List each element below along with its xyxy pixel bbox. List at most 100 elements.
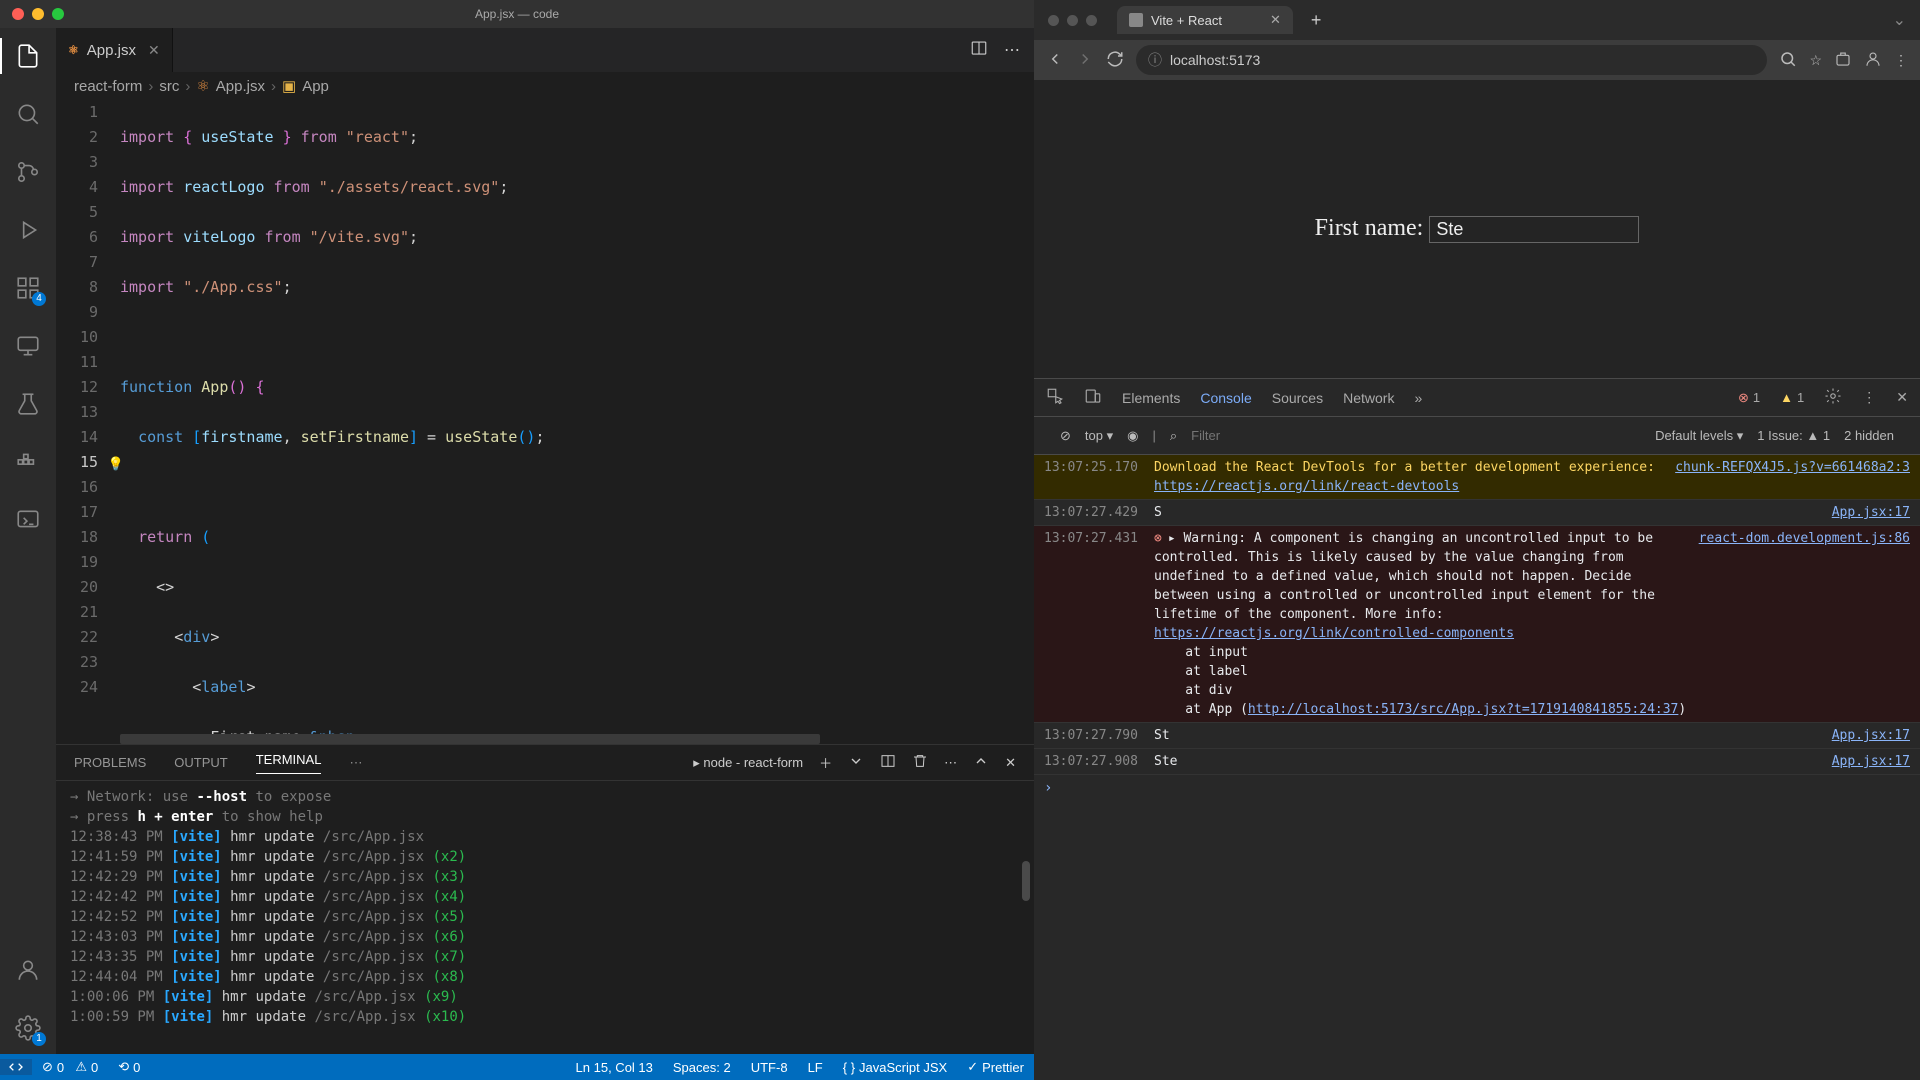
browser-window: Vite + React ✕ + ⌄ ⓘ localhost:5173 ☆ ⋮ … xyxy=(1034,0,1920,1080)
panel-tab-problems[interactable]: PROBLEMS xyxy=(74,755,146,770)
docker-icon[interactable] xyxy=(14,448,42,476)
devtools-tab-network[interactable]: Network xyxy=(1343,390,1394,406)
console-message: 13:07:27.908SteApp.jsx:17 xyxy=(1034,749,1920,775)
terminal-scrollbar[interactable] xyxy=(1022,861,1030,901)
chevron-down-icon[interactable]: ⌄ xyxy=(1893,10,1920,30)
warning-count-badge[interactable]: ▲1 xyxy=(1780,390,1804,405)
split-terminal-icon[interactable] xyxy=(880,753,896,772)
device-toolbar-icon[interactable] xyxy=(1084,387,1102,408)
live-expression-icon[interactable]: ◉ xyxy=(1127,428,1138,444)
explorer-icon[interactable] xyxy=(14,42,42,70)
testing-icon[interactable] xyxy=(14,390,42,418)
run-debug-icon[interactable] xyxy=(14,216,42,244)
devtools-tab-elements[interactable]: Elements xyxy=(1122,390,1180,406)
remote-indicator[interactable] xyxy=(0,1059,32,1075)
panel-overflow-icon[interactable]: ⋯ xyxy=(349,755,362,771)
devtools-close-icon[interactable]: ✕ xyxy=(1896,389,1908,406)
devtools-menu-icon[interactable]: ⋮ xyxy=(1862,389,1876,406)
bottom-panel: PROBLEMS OUTPUT TERMINAL ⋯ ▸ node - reac… xyxy=(56,744,1034,1054)
extensions-icon[interactable]: 4 xyxy=(14,274,42,302)
forward-button[interactable] xyxy=(1076,50,1094,71)
clear-console-icon[interactable]: ⊘ xyxy=(1060,428,1071,444)
new-tab-button[interactable]: + xyxy=(1303,10,1330,31)
console-prompt[interactable]: › xyxy=(1034,775,1920,802)
remote-explorer-icon[interactable] xyxy=(14,332,42,360)
breadcrumb-item[interactable]: react-form xyxy=(74,78,142,95)
hidden-messages[interactable]: 2 hidden xyxy=(1844,428,1894,443)
terminal-task-picker[interactable]: ▸ node - react-form xyxy=(693,755,803,771)
back-button[interactable] xyxy=(1046,50,1064,71)
devtools-tab-sources[interactable]: Sources xyxy=(1272,390,1323,406)
more-actions-icon[interactable]: ⋯ xyxy=(1004,40,1020,60)
close-window-button[interactable] xyxy=(12,8,24,20)
profile-icon[interactable] xyxy=(1864,50,1882,71)
panel-tab-terminal[interactable]: TERMINAL xyxy=(256,752,322,774)
maximize-window-button[interactable] xyxy=(52,8,64,20)
breadcrumb[interactable]: react-form› src› ⚛App.jsx› ▣App xyxy=(56,72,1034,100)
tab-close-icon[interactable]: ✕ xyxy=(1270,12,1281,28)
search-icon[interactable] xyxy=(14,100,42,128)
tab-app-jsx[interactable]: ⚛ App.jsx ✕ xyxy=(56,28,173,72)
inspect-element-icon[interactable] xyxy=(1046,387,1064,408)
panel-tab-output[interactable]: OUTPUT xyxy=(174,755,227,770)
cursor-position[interactable]: Ln 15, Col 13 xyxy=(566,1060,663,1075)
address-bar[interactable]: ⓘ localhost:5173 xyxy=(1136,45,1767,75)
code-content[interactable]: import { useState } from "react"; import… xyxy=(120,100,1034,744)
context-selector[interactable]: top ▾ xyxy=(1085,428,1113,444)
problems-status[interactable]: ⊘ 0 ⚠ 0 xyxy=(32,1059,108,1075)
console-output[interactable]: 13:07:25.170Download the React DevTools … xyxy=(1034,455,1920,1080)
maximize-panel-icon[interactable] xyxy=(973,753,989,772)
error-count-badge[interactable]: ⊗1 xyxy=(1738,390,1760,406)
settings-badge: 1 xyxy=(32,1032,46,1046)
browser-minimize-button[interactable] xyxy=(1067,15,1078,26)
bookmark-icon[interactable]: ☆ xyxy=(1809,52,1822,69)
breadcrumb-item[interactable]: src xyxy=(159,78,179,95)
encoding-status[interactable]: UTF-8 xyxy=(741,1060,798,1075)
browser-tabbar: Vite + React ✕ + ⌄ xyxy=(1034,0,1920,40)
editor-tabs: ⚛ App.jsx ✕ ⋯ xyxy=(56,28,1034,72)
tab-close-icon[interactable]: ✕ xyxy=(148,42,160,59)
browser-tab[interactable]: Vite + React ✕ xyxy=(1117,6,1293,34)
log-levels-selector[interactable]: Default levels ▾ xyxy=(1655,428,1743,444)
settings-gear-icon[interactable]: 1 xyxy=(14,1014,42,1042)
site-info-icon[interactable]: ⓘ xyxy=(1148,50,1162,70)
source-control-icon[interactable] xyxy=(14,158,42,186)
zoom-icon[interactable] xyxy=(1779,50,1797,71)
remote-icon[interactable] xyxy=(14,506,42,534)
terminal-content[interactable]: → Network: use --host to expose → press … xyxy=(56,781,1034,1054)
accounts-icon[interactable] xyxy=(14,956,42,984)
console-filter-input[interactable] xyxy=(1191,428,1367,443)
breadcrumb-symbol[interactable]: App xyxy=(302,78,329,95)
devtools-settings-icon[interactable] xyxy=(1824,387,1842,408)
browser-close-button[interactable] xyxy=(1048,15,1059,26)
devtools-tab-console[interactable]: Console xyxy=(1200,390,1251,406)
devtools-more-tabs-icon[interactable]: » xyxy=(1414,390,1422,406)
console-message: 13:07:27.790StApp.jsx:17 xyxy=(1034,723,1920,749)
indentation-status[interactable]: Spaces: 2 xyxy=(663,1060,741,1075)
console-message: 13:07:27.429SApp.jsx:17 xyxy=(1034,500,1920,526)
horizontal-scrollbar[interactable] xyxy=(120,734,820,744)
status-bar: ⊘ 0 ⚠ 0 ⟲ 0 Ln 15, Col 13 Spaces: 2 UTF-… xyxy=(0,1054,1034,1080)
reload-button[interactable] xyxy=(1106,50,1124,71)
prettier-status[interactable]: ✓ Prettier xyxy=(957,1059,1034,1075)
split-editor-icon[interactable] xyxy=(970,39,988,62)
close-panel-icon[interactable]: ✕ xyxy=(1005,755,1016,771)
menu-icon[interactable]: ⋮ xyxy=(1894,52,1908,69)
kill-terminal-icon[interactable] xyxy=(912,753,928,772)
breadcrumb-item[interactable]: App.jsx xyxy=(216,78,265,95)
language-mode[interactable]: { } JavaScript JSX xyxy=(833,1060,957,1075)
extensions-icon[interactable] xyxy=(1834,50,1852,71)
code-editor[interactable]: 12345 678910 11121314 15💡 16171819 20212… xyxy=(56,100,1034,744)
panel-more-icon[interactable]: ⋯ xyxy=(944,755,957,771)
new-terminal-icon[interactable]: ＋ xyxy=(819,753,832,772)
eol-status[interactable]: LF xyxy=(798,1060,833,1075)
firstname-label: First name: xyxy=(1315,215,1640,243)
firstname-input[interactable] xyxy=(1429,216,1639,243)
minimize-window-button[interactable] xyxy=(32,8,44,20)
ports-status[interactable]: ⟲ 0 xyxy=(108,1059,150,1075)
vscode-window: App.jsx — code 4 1 ⚛ App.jsx ✕ xyxy=(0,0,1034,1080)
issues-button[interactable]: 1 Issue: ▲ 1 xyxy=(1757,428,1830,443)
terminal-dropdown-icon[interactable] xyxy=(848,753,864,772)
activity-bar: 4 1 xyxy=(0,28,56,1054)
browser-maximize-button[interactable] xyxy=(1086,15,1097,26)
